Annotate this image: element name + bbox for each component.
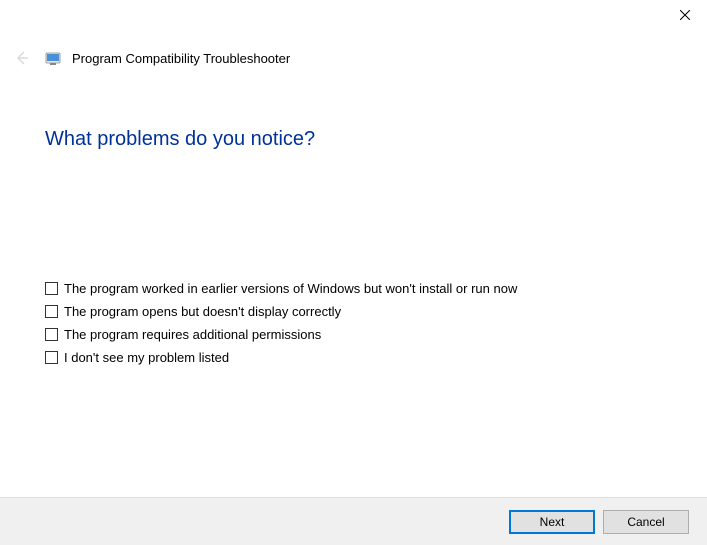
option-additional-permissions[interactable]: The program requires additional permissi… — [45, 327, 662, 342]
back-arrow-icon — [13, 49, 31, 67]
back-button — [10, 46, 34, 70]
next-button[interactable]: Next — [509, 510, 595, 534]
checkbox-icon[interactable] — [45, 328, 58, 341]
wizard-title: Program Compatibility Troubleshooter — [72, 51, 290, 66]
checkbox-icon[interactable] — [45, 351, 58, 364]
wizard-header: Program Compatibility Troubleshooter — [0, 36, 707, 70]
option-not-listed[interactable]: I don't see my problem listed — [45, 350, 662, 365]
close-button[interactable] — [662, 0, 707, 30]
checkbox-icon[interactable] — [45, 282, 58, 295]
option-display-incorrect[interactable]: The program opens but doesn't display co… — [45, 304, 662, 319]
content-area: What problems do you notice? The program… — [0, 70, 707, 365]
option-label: The program worked in earlier versions o… — [64, 281, 517, 296]
troubleshooter-icon — [44, 49, 62, 67]
close-icon — [680, 10, 690, 20]
page-heading: What problems do you notice? — [45, 128, 662, 151]
option-earlier-versions[interactable]: The program worked in earlier versions o… — [45, 281, 662, 296]
cancel-button[interactable]: Cancel — [603, 510, 689, 534]
option-list: The program worked in earlier versions o… — [45, 281, 662, 365]
footer: Next Cancel — [0, 497, 707, 545]
checkbox-icon[interactable] — [45, 305, 58, 318]
option-label: The program opens but doesn't display co… — [64, 304, 341, 319]
titlebar — [0, 0, 707, 36]
option-label: The program requires additional permissi… — [64, 327, 321, 342]
option-label: I don't see my problem listed — [64, 350, 229, 365]
